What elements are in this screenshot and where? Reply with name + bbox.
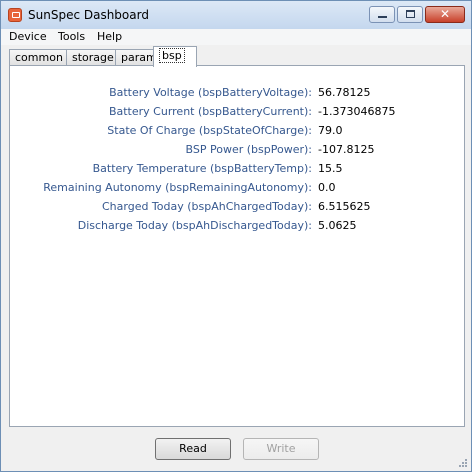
field-value: 56.78125: [318, 86, 371, 99]
field-label: Battery Temperature (bspBatteryTemp):: [92, 162, 312, 175]
menu-help[interactable]: Help: [97, 30, 122, 43]
tab-storage[interactable]: storage: [66, 49, 116, 66]
read-button[interactable]: Read: [155, 438, 231, 460]
tab-bsp[interactable]: bsp: [153, 46, 197, 67]
field-row: Battery Voltage (bspBatteryVoltage): 56.7…: [10, 86, 464, 102]
field-label: Charged Today (bspAhChargedToday):: [101, 200, 312, 213]
write-button: Write: [243, 438, 319, 460]
field-row: BSP Power (bspPower): -107.8125: [10, 143, 464, 159]
tab-bar: common storage param bsp: [9, 46, 469, 67]
close-icon: ✕: [439, 7, 451, 21]
field-row: State Of Charge (bspStateOfCharge): 79.0: [10, 124, 464, 140]
field-row: Charged Today (bspAhChargedToday): 6.5156…: [10, 200, 464, 216]
app-icon: [8, 8, 22, 22]
minimize-icon: [378, 16, 387, 18]
field-label: BSP Power (bspPower):: [185, 143, 312, 156]
app-window: SunSpec Dashboard ✕ Device Tools Help co…: [0, 0, 472, 472]
menu-bar: Device Tools Help: [1, 29, 471, 45]
window-title: SunSpec Dashboard: [28, 8, 149, 22]
field-value: 5.0625: [318, 219, 357, 232]
field-label: Discharge Today (bspAhDischargedToday):: [77, 219, 312, 232]
field-value: 6.515625: [318, 200, 371, 213]
menu-device[interactable]: Device: [9, 30, 47, 43]
maximize-button[interactable]: [397, 6, 423, 23]
resize-grip-icon[interactable]: [458, 458, 468, 468]
title-bar[interactable]: SunSpec Dashboard ✕: [1, 1, 471, 30]
field-row: Remaining Autonomy (bspRemainingAutonomy…: [10, 181, 464, 197]
tab-common[interactable]: common: [9, 49, 67, 66]
window-controls: ✕: [367, 6, 465, 24]
close-button[interactable]: ✕: [425, 6, 465, 23]
bsp-panel: Battery Voltage (bspBatteryVoltage): 56.7…: [9, 65, 465, 427]
field-row: Battery Temperature (bspBatteryTemp): 15.…: [10, 162, 464, 178]
field-value: 79.0: [318, 124, 343, 137]
field-value: 0.0: [318, 181, 336, 194]
field-value: -107.8125: [318, 143, 375, 156]
field-label: State Of Charge (bspStateOfCharge):: [107, 124, 312, 137]
minimize-button[interactable]: [369, 6, 395, 23]
field-label: Battery Current (bspBatteryCurrent):: [108, 105, 312, 118]
menu-tools[interactable]: Tools: [58, 30, 85, 43]
tab-bsp-label: bsp: [159, 48, 185, 63]
field-row: Battery Current (bspBatteryCurrent): -1.3…: [10, 105, 464, 121]
field-value: -1.373046875: [318, 105, 396, 118]
field-label: Battery Voltage (bspBatteryVoltage):: [109, 86, 312, 99]
field-row: Discharge Today (bspAhDischargedToday): 5…: [10, 219, 464, 235]
field-value: 15.5: [318, 162, 343, 175]
field-label: Remaining Autonomy (bspRemainingAutonomy…: [43, 181, 312, 194]
maximize-icon: [406, 10, 415, 18]
